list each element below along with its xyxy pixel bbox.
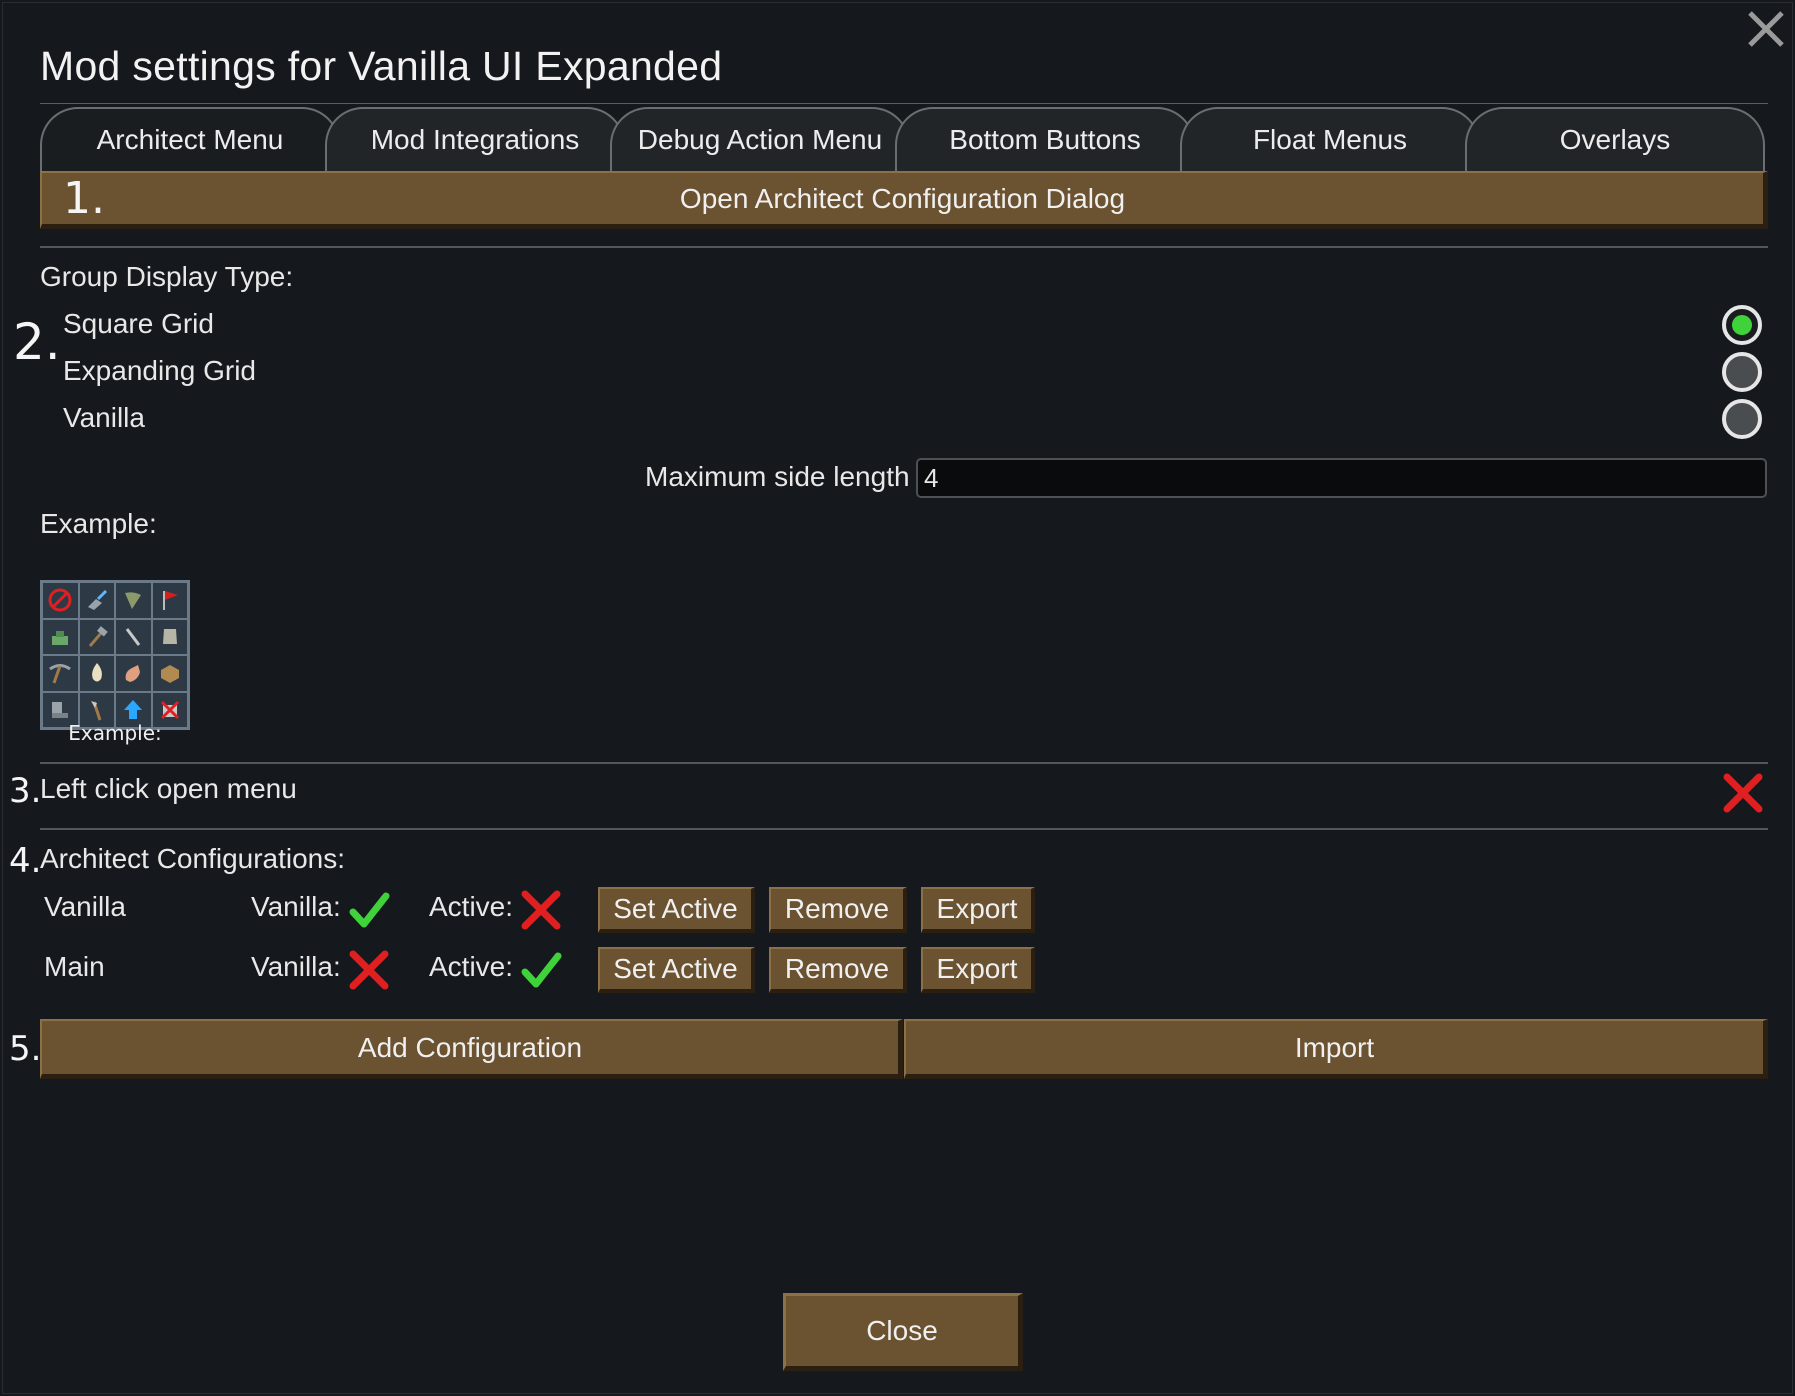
step-marker-4: 4.: [9, 841, 42, 881]
fire-icon: [78, 655, 115, 692]
max-side-length-input[interactable]: [916, 458, 1767, 498]
armor-icon: [151, 618, 188, 655]
config-name: Main: [44, 951, 105, 982]
pickaxe-icon: [42, 655, 79, 692]
add-configuration-button[interactable]: Add Configuration: [40, 1019, 903, 1079]
active-check-icon: [521, 952, 562, 988]
remove-button[interactable]: Remove: [769, 947, 907, 993]
set-active-button[interactable]: Set Active: [598, 947, 755, 993]
tab-bar: Architect Menu Mod Integrations Debug Ac…: [40, 107, 1768, 171]
tab-architect-menu[interactable]: Architect Menu: [40, 107, 340, 171]
left-click-open-menu-label: Left click open menu: [40, 773, 297, 804]
active-label: Active:: [429, 951, 514, 982]
crate-icon: [151, 655, 188, 692]
window-title: Mod settings for Vanilla UI Expanded: [40, 43, 723, 89]
option-square-grid-label: Square Grid: [63, 308, 214, 339]
knife-icon: [115, 618, 152, 655]
step-marker-1: 1.: [63, 173, 105, 224]
example-grid-preview: [40, 580, 190, 730]
vanilla-label: Vanilla:: [251, 891, 341, 922]
active-cross-icon: [521, 890, 561, 930]
section-divider: [40, 246, 1768, 248]
tab-overlays[interactable]: Overlays: [1465, 107, 1765, 171]
export-button[interactable]: Export: [921, 887, 1035, 933]
active-label: Active:: [429, 891, 514, 922]
forbid-icon: [42, 582, 79, 619]
tab-float-menus[interactable]: Float Menus: [1180, 107, 1480, 171]
section-divider: [40, 828, 1768, 830]
architect-configurations-heading: Architect Configurations:: [40, 843, 346, 874]
set-active-button[interactable]: Set Active: [598, 887, 755, 933]
export-button[interactable]: Export: [921, 947, 1035, 993]
expanding-grid-radio[interactable]: [1722, 352, 1762, 392]
remove-button[interactable]: Remove: [769, 887, 907, 933]
title-divider: [40, 103, 1768, 104]
tab-debug-action-menu[interactable]: Debug Action Menu: [610, 107, 910, 171]
section-divider: [40, 762, 1768, 764]
vanilla-cross-icon: [349, 950, 389, 990]
flag-icon: [151, 582, 188, 619]
close-button[interactable]: Close: [783, 1293, 1023, 1371]
vanilla-label: Vanilla:: [251, 951, 341, 982]
example-grid-caption: Example:: [68, 721, 162, 745]
tab-bottom-buttons[interactable]: Bottom Buttons: [895, 107, 1195, 171]
harvest-icon: [115, 582, 152, 619]
shovel-icon: [78, 582, 115, 619]
left-click-toggle-cross-icon[interactable]: [1721, 771, 1765, 815]
step-marker-3: 3.: [9, 771, 42, 811]
hammer-icon: [78, 618, 115, 655]
step-marker-2: 2.: [13, 313, 61, 371]
vanilla-check-icon: [349, 892, 390, 928]
square-grid-radio[interactable]: [1722, 305, 1762, 345]
max-side-length-label: Maximum side length: [645, 461, 910, 492]
step-marker-5: 5.: [9, 1029, 42, 1069]
group-display-heading: Group Display Type:: [40, 261, 294, 292]
mod-settings-window: Mod settings for Vanilla UI Expanded Arc…: [2, 2, 1793, 1394]
open-architect-config-button[interactable]: Open Architect Configuration Dialog: [40, 171, 1768, 229]
import-button[interactable]: Import: [904, 1019, 1768, 1079]
example-heading: Example:: [40, 508, 157, 539]
config-name: Vanilla: [44, 891, 126, 922]
option-expanding-grid-label: Expanding Grid: [63, 355, 257, 386]
option-vanilla-label: Vanilla: [63, 402, 145, 433]
close-window-icon[interactable]: [1744, 7, 1788, 51]
zone-icon: [42, 618, 79, 655]
vanilla-radio[interactable]: [1722, 399, 1762, 439]
tab-mod-integrations[interactable]: Mod Integrations: [325, 107, 625, 171]
hand-icon: [115, 655, 152, 692]
